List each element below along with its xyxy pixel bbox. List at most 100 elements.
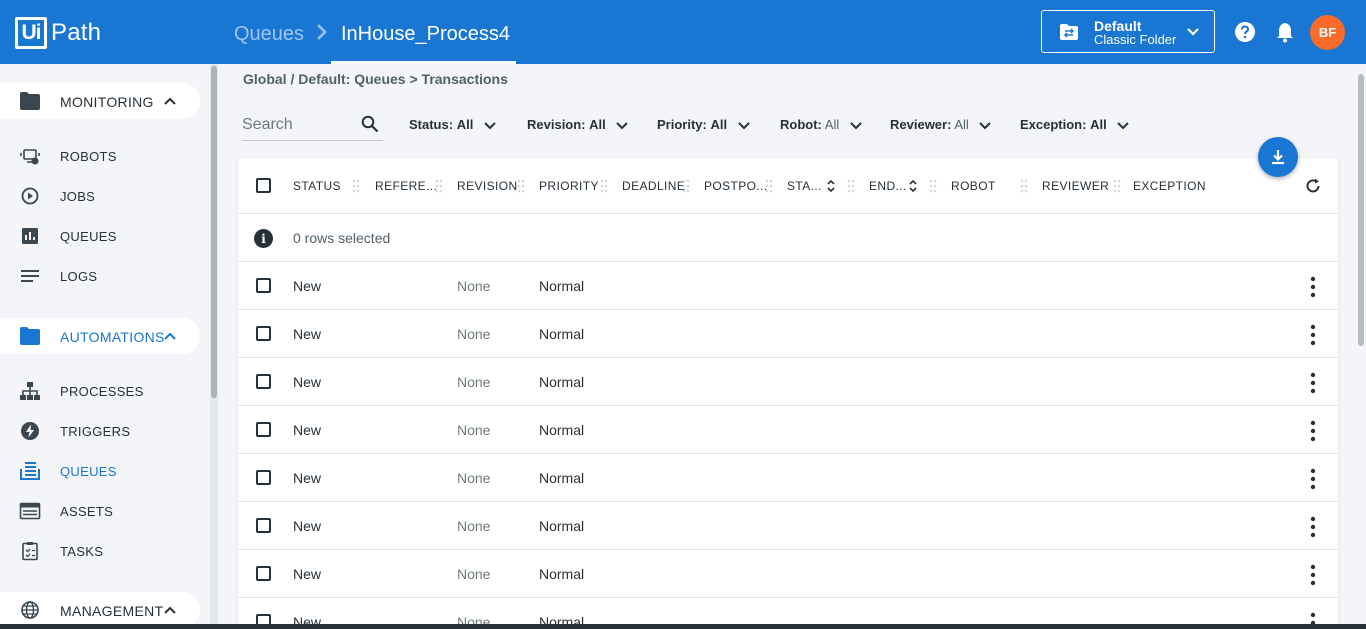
filter-status[interactable]: Status: All [409, 117, 497, 135]
table-row[interactable]: New None Normal [238, 310, 1338, 358]
assets-list-icon [19, 502, 41, 520]
column-resize-grip-icon[interactable] [765, 178, 773, 194]
selection-summary-row: i 0 rows selected [238, 214, 1338, 262]
sidebar-item-label: JOBS [60, 189, 96, 204]
bolt-icon [21, 422, 39, 440]
row-checkbox[interactable] [256, 566, 271, 581]
cell-priority: Normal [539, 470, 585, 486]
sidebar-item-triggers[interactable]: TRIGGERS [0, 416, 200, 446]
cell-revision: None [457, 326, 491, 342]
column-resize-grip-icon[interactable] [929, 178, 937, 194]
column-resize-grip-icon[interactable] [1020, 178, 1028, 194]
more-vert-icon[interactable] [1308, 420, 1318, 442]
table-row[interactable]: New None Normal [238, 262, 1338, 310]
sidebar-item-robots[interactable]: ROBOTS [0, 141, 200, 171]
cell-status: New [293, 566, 322, 582]
more-vert-icon[interactable] [1308, 516, 1318, 538]
breadcrumb-queues-link[interactable]: Queues [234, 23, 304, 46]
column-resize-grip-icon[interactable] [517, 178, 525, 194]
folder-icon [20, 327, 40, 345]
user-avatar[interactable]: BF [1310, 15, 1345, 50]
filter-exception[interactable]: Exception: All [1020, 117, 1130, 135]
help-icon[interactable] [1234, 21, 1256, 43]
filter-robot[interactable]: Robot: All [780, 117, 863, 135]
table-row[interactable]: New None Normal [238, 406, 1338, 454]
more-vert-icon[interactable] [1308, 372, 1318, 394]
cell-status: New [293, 278, 322, 294]
table-row[interactable]: New None Normal [238, 454, 1338, 502]
cell-status: New [293, 470, 322, 486]
sidebar-item-logs[interactable]: LOGS [0, 261, 200, 291]
column-header-deadline[interactable]: DEADLINE [622, 179, 685, 193]
filter-reviewer[interactable]: Reviewer: All [890, 117, 992, 135]
filter-priority[interactable]: Priority: All [657, 117, 751, 135]
refresh-icon[interactable] [1304, 177, 1322, 195]
column-header-started[interactable]: STA... [787, 179, 822, 193]
column-resize-grip-icon[interactable] [352, 178, 360, 194]
more-vert-icon[interactable] [1308, 468, 1318, 490]
sitemap-icon [20, 382, 40, 400]
folder-selector-button[interactable]: Default Classic Folder [1041, 10, 1215, 53]
page-path-breadcrumb: Global / Default: Queues > Transactions [243, 71, 508, 87]
row-checkbox[interactable] [256, 326, 271, 341]
cell-revision: None [457, 518, 491, 534]
column-header-priority[interactable]: PRIORITY [539, 179, 599, 193]
nav-group-automations[interactable]: AUTOMATIONS [0, 318, 200, 354]
sidebar-item-processes[interactable]: PROCESSES [0, 376, 200, 406]
column-header-reviewer[interactable]: REVIEWER [1042, 179, 1109, 193]
column-resize-grip-icon[interactable] [1113, 178, 1121, 194]
logo-text: Path [51, 19, 102, 46]
main-scrollbar-thumb[interactable] [1358, 74, 1364, 346]
uipath-logo[interactable]: Ui Path [15, 17, 101, 49]
table-row[interactable]: New None Normal [238, 550, 1338, 598]
row-checkbox[interactable] [256, 518, 271, 533]
cell-status: New [293, 374, 322, 390]
nav-group-management[interactable]: MANAGEMENT [0, 592, 200, 628]
nav-group-monitoring[interactable]: MONITORING [0, 83, 200, 119]
column-header-robot[interactable]: ROBOT [951, 179, 996, 193]
column-resize-grip-icon[interactable] [847, 178, 855, 194]
sort-icon[interactable] [826, 179, 836, 193]
sidebar-item-label: QUEUES [60, 229, 117, 244]
sidebar-item-tasks[interactable]: TASKS [0, 536, 200, 566]
more-vert-icon[interactable] [1308, 564, 1318, 586]
row-checkbox[interactable] [256, 470, 271, 485]
sidebar-item-jobs[interactable]: JOBS [0, 181, 200, 211]
search-input[interactable] [242, 113, 352, 137]
folder-type: Classic Folder [1094, 32, 1177, 47]
more-vert-icon[interactable] [1308, 324, 1318, 346]
column-resize-grip-icon[interactable] [600, 178, 608, 194]
info-icon: i [254, 229, 273, 248]
chevron-right-icon [317, 24, 327, 40]
select-all-checkbox[interactable] [256, 178, 271, 193]
notifications-bell-icon[interactable] [1275, 21, 1295, 43]
search-icon[interactable] [361, 115, 379, 133]
chevron-down-icon [616, 121, 629, 129]
row-checkbox[interactable] [256, 374, 271, 389]
sidebar-item-queues[interactable]: QUEUES [0, 456, 200, 486]
cell-priority: Normal [539, 518, 585, 534]
column-header-ended[interactable]: END... [869, 179, 907, 193]
nav-group-label: MANAGEMENT [60, 603, 164, 619]
column-header-postpone[interactable]: POSTPO... [704, 179, 768, 193]
sidebar-item-assets[interactable]: ASSETS [0, 496, 200, 526]
column-header-exception[interactable]: EXCEPTION [1133, 179, 1206, 193]
sidebar-scrollbar-thumb[interactable] [211, 66, 217, 398]
column-resize-grip-icon[interactable] [682, 178, 690, 194]
download-button[interactable] [1258, 137, 1298, 177]
search-box [242, 111, 383, 141]
table-row[interactable]: New None Normal [238, 358, 1338, 406]
more-vert-icon[interactable] [1308, 276, 1318, 298]
row-checkbox[interactable] [256, 422, 271, 437]
column-resize-grip-icon[interactable] [435, 178, 443, 194]
chevron-down-icon [979, 121, 992, 129]
filter-revision[interactable]: Revision: All [527, 117, 629, 135]
table-row[interactable]: New None Normal [238, 502, 1338, 550]
sort-icon[interactable] [908, 179, 918, 193]
column-header-reference[interactable]: REFERE... [375, 179, 437, 193]
sidebar-item-monitoring-queues[interactable]: QUEUES [0, 221, 200, 251]
row-checkbox[interactable] [256, 278, 271, 293]
column-header-status[interactable]: STATUS [293, 179, 341, 193]
column-header-revision[interactable]: REVISION [457, 179, 518, 193]
cell-priority: Normal [539, 374, 585, 390]
